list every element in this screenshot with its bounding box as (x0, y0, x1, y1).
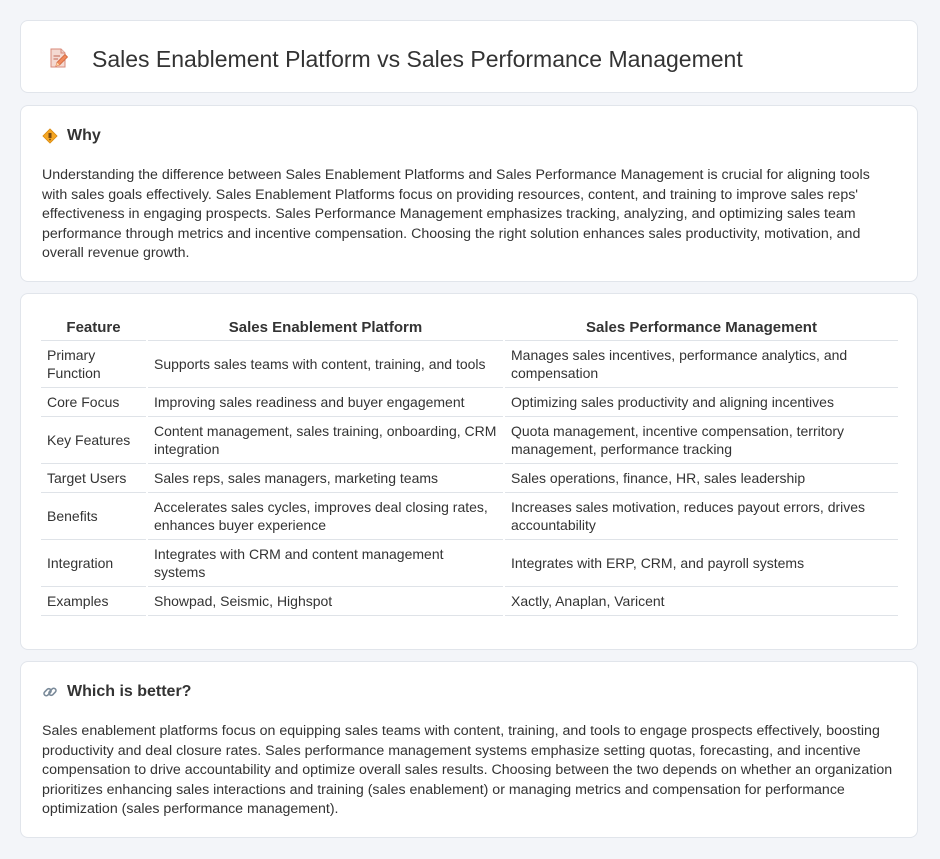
link-icon (42, 684, 58, 700)
table-row: Integration Integrates with CRM and cont… (41, 539, 898, 587)
why-heading: Why (42, 127, 101, 145)
feature-cell: Target Users (41, 463, 147, 493)
table-row: Key Features Content management, sales t… (41, 416, 898, 464)
page-title: Sales Enablement Platform vs Sales Perfo… (92, 46, 743, 72)
diamond-sign-icon (42, 128, 58, 144)
enablement-cell: Integrates with CRM and content manageme… (146, 539, 504, 587)
comparison-table: Feature Sales Enablement Platform Sales … (41, 314, 898, 616)
table-row: Benefits Accelerates sales cycles, impro… (41, 492, 898, 540)
performance-cell: Xactly, Anaplan, Varicent (503, 586, 898, 616)
performance-cell: Sales operations, finance, HR, sales lea… (503, 463, 898, 493)
performance-cell: Optimizing sales productivity and aligni… (503, 387, 898, 417)
enablement-cell: Content management, sales training, onbo… (146, 416, 504, 464)
feature-cell: Integration (41, 539, 147, 587)
header-sales-enablement: Sales Enablement Platform (146, 314, 504, 341)
table-row: Examples Showpad, Seismic, Highspot Xact… (41, 586, 898, 616)
table-row: Target Users Sales reps, sales managers,… (41, 463, 898, 493)
why-title: Why (67, 127, 101, 144)
feature-cell: Core Focus (41, 387, 147, 417)
enablement-cell: Sales reps, sales managers, marketing te… (146, 463, 504, 493)
better-title: Which is better? (67, 683, 192, 700)
document-pencil-icon (47, 47, 69, 69)
which-is-better-section: Which is better? Sales enablement platfo… (20, 661, 918, 838)
performance-cell: Manages sales incentives, performance an… (503, 340, 898, 388)
enablement-cell: Supports sales teams with content, train… (146, 340, 504, 388)
better-text: Sales enablement platforms focus on equi… (42, 723, 893, 817)
enablement-cell: Accelerates sales cycles, improves deal … (146, 492, 504, 540)
header-sales-performance: Sales Performance Management (503, 314, 898, 341)
feature-cell: Primary Function (41, 340, 147, 388)
header-feature: Feature (41, 314, 147, 341)
comparison-section: Feature Sales Enablement Platform Sales … (20, 293, 918, 650)
why-section: Why Understanding the difference between… (20, 105, 918, 282)
table-row: Primary Function Supports sales teams wi… (41, 340, 898, 388)
enablement-cell: Improving sales readiness and buyer enga… (146, 387, 504, 417)
better-heading: Which is better? (42, 683, 191, 701)
enablement-cell: Showpad, Seismic, Highspot (146, 586, 504, 616)
feature-cell: Benefits (41, 492, 147, 540)
why-text: Understanding the difference between Sal… (42, 167, 870, 261)
performance-cell: Integrates with ERP, CRM, and payroll sy… (503, 539, 898, 587)
performance-cell: Quota management, incentive compensation… (503, 416, 898, 464)
table-header-row: Feature Sales Enablement Platform Sales … (41, 314, 898, 341)
performance-cell: Increases sales motivation, reduces payo… (503, 492, 898, 540)
table-row: Core Focus Improving sales readiness and… (41, 387, 898, 417)
feature-cell: Key Features (41, 416, 147, 464)
header-card: Sales Enablement Platform vs Sales Perfo… (20, 20, 918, 93)
feature-cell: Examples (41, 586, 147, 616)
